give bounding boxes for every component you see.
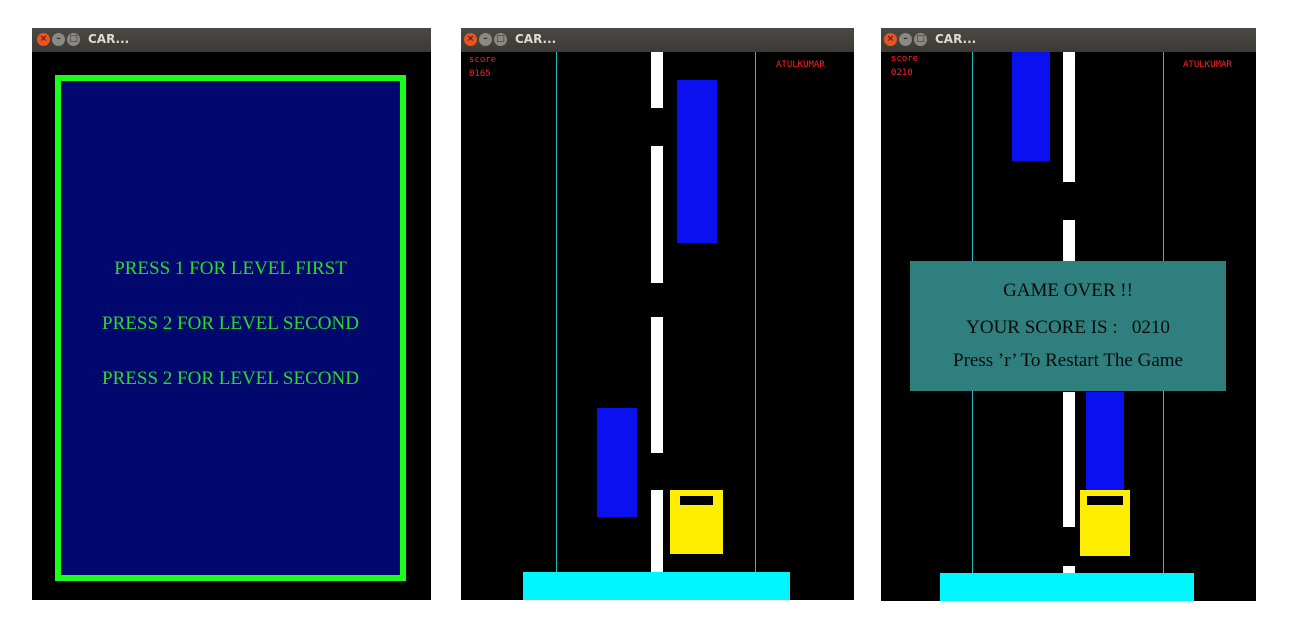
game-over-window: × – □ CAR... score 0210 ATULKUMAR GAME O… xyxy=(881,28,1256,601)
close-button[interactable]: × xyxy=(37,33,50,46)
score-value: 0165 xyxy=(469,69,491,79)
close-button[interactable]: × xyxy=(464,33,477,46)
road-right-edge xyxy=(755,52,756,600)
player-car xyxy=(670,490,723,554)
menu-window: × – □ CAR... PRESS 1 FOR LEVEL FIRST PRE… xyxy=(32,28,431,600)
lane-dash xyxy=(1063,392,1075,527)
title-bar: × – □ CAR... xyxy=(881,28,1256,52)
game-canvas[interactable]: score 0210 ATULKUMAR GAME OVER !! YOUR S… xyxy=(881,52,1256,601)
enemy-car xyxy=(677,80,717,243)
restart-hint: Press ’r’ To Restart The Game xyxy=(953,350,1183,371)
player-car-windshield xyxy=(1087,496,1123,505)
player-name: ATULKUMAR xyxy=(776,60,825,70)
title-bar: × – □ CAR... xyxy=(32,28,431,52)
enemy-car xyxy=(1012,52,1050,161)
maximize-icon: □ xyxy=(69,34,78,44)
maximize-button[interactable]: □ xyxy=(67,33,80,46)
lane-dash xyxy=(1063,52,1075,182)
lane-dash xyxy=(651,317,663,453)
minimize-icon: – xyxy=(56,34,61,44)
score-label: score xyxy=(891,54,919,64)
lane-dash xyxy=(651,146,663,283)
final-score-text: YOUR SCORE IS : 0210 xyxy=(966,317,1170,338)
close-icon: × xyxy=(886,34,895,44)
player-name: ATULKUMAR xyxy=(1183,60,1232,70)
lane-dash xyxy=(651,52,663,108)
close-button[interactable]: × xyxy=(884,33,897,46)
menu-option-level-2-repeat: PRESS 2 FOR LEVEL SECOND xyxy=(102,368,359,389)
base-bar xyxy=(940,573,1194,601)
enemy-car xyxy=(597,408,637,517)
maximize-button[interactable]: □ xyxy=(914,33,927,46)
score-value: 0210 xyxy=(891,68,913,78)
title-bar: × – □ CAR... xyxy=(461,28,854,52)
game-canvas[interactable]: score 0165 ATULKUMAR xyxy=(461,52,854,600)
base-bar xyxy=(523,572,790,600)
minimize-button[interactable]: – xyxy=(899,33,912,46)
window-title: CAR... xyxy=(515,32,557,46)
game-over-title: GAME OVER !! xyxy=(1003,280,1133,301)
gameplay-window: × – □ CAR... score 0165 ATULKUMAR xyxy=(461,28,854,600)
minimize-icon: – xyxy=(903,34,908,44)
close-icon: × xyxy=(466,34,475,44)
player-car xyxy=(1080,490,1130,556)
minimize-button[interactable]: – xyxy=(479,33,492,46)
window-title: CAR... xyxy=(935,32,977,46)
enemy-car xyxy=(1086,392,1124,492)
maximize-icon: □ xyxy=(496,34,505,44)
game-over-panel: GAME OVER !! YOUR SCORE IS : 0210 Press … xyxy=(910,261,1226,391)
menu-option-level-1: PRESS 1 FOR LEVEL FIRST xyxy=(114,258,347,279)
menu-panel: PRESS 1 FOR LEVEL FIRST PRESS 2 FOR LEVE… xyxy=(55,75,406,581)
minimize-button[interactable]: – xyxy=(52,33,65,46)
player-car-windshield xyxy=(680,496,713,505)
menu-option-level-2: PRESS 2 FOR LEVEL SECOND xyxy=(102,313,359,334)
minimize-icon: – xyxy=(483,34,488,44)
score-label: score xyxy=(469,55,497,65)
road-left-edge xyxy=(556,52,557,600)
window-title: CAR... xyxy=(88,32,130,46)
close-icon: × xyxy=(39,34,48,44)
game-canvas[interactable]: PRESS 1 FOR LEVEL FIRST PRESS 2 FOR LEVE… xyxy=(32,52,431,600)
maximize-button[interactable]: □ xyxy=(494,33,507,46)
maximize-icon: □ xyxy=(916,34,925,44)
